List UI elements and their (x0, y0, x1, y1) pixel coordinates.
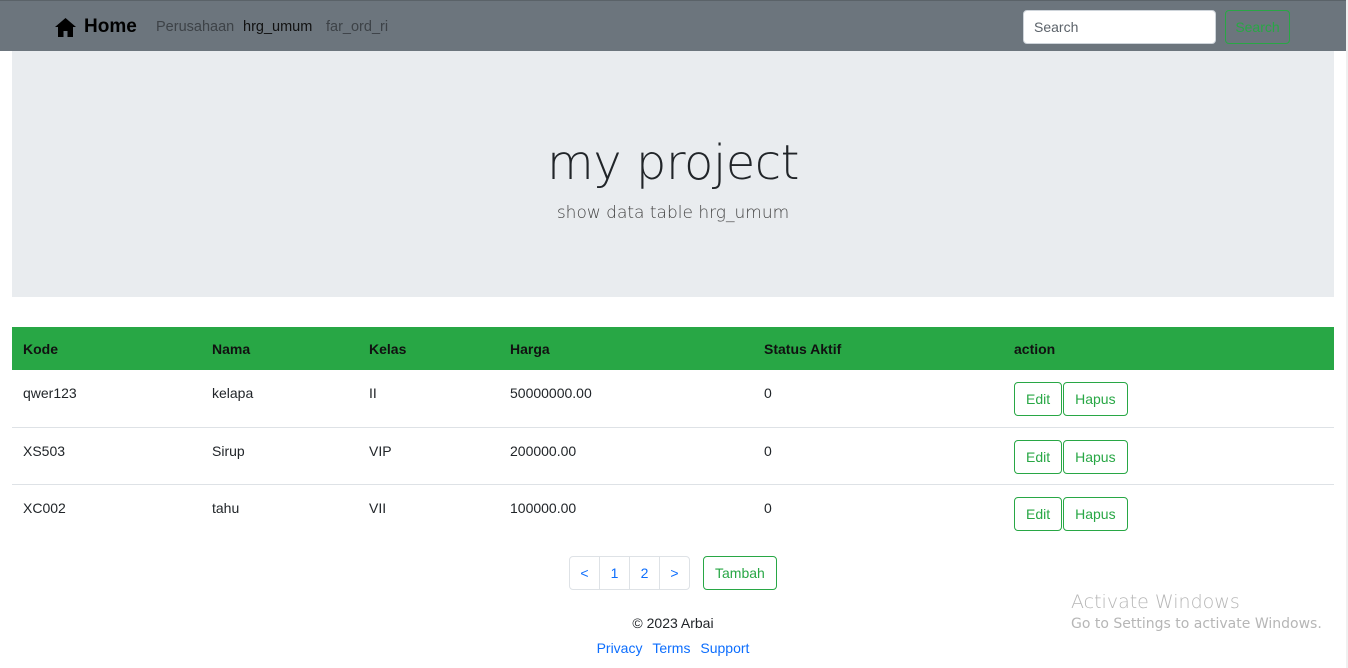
column-header-status-aktif: Status Aktif (764, 340, 842, 357)
pagination: < 1 2 > (569, 556, 690, 590)
cell-kelas: VIP (358, 427, 499, 485)
search-input[interactable] (1023, 10, 1216, 44)
table-row: XS503 Sirup VIP 200000.00 0 Edit Hapus (12, 427, 1334, 485)
cell-harga: 200000.00 (499, 427, 753, 485)
column-header-action: action (1014, 340, 1056, 357)
navbar: Home Perusahaan hrg_umum far_ord_ri Sear… (0, 0, 1348, 51)
cell-kelas: II (358, 370, 499, 428)
page-subtitle: show data table hrg_umum (556, 203, 790, 223)
home-icon (55, 17, 76, 37)
cell-nama: Sirup (201, 427, 358, 485)
cell-kode: XS503 (12, 427, 201, 485)
search-button[interactable]: Search (1225, 10, 1290, 44)
table-header-row: Kode Nama Kelas Harga Status Aktif actio… (12, 327, 1334, 370)
add-button[interactable]: Tambah (703, 556, 777, 590)
activation-watermark-title: Activate Windows (1071, 591, 1240, 613)
brand-home-link[interactable]: Home (55, 15, 137, 39)
cell-kode: qwer123 (12, 370, 201, 428)
delete-button[interactable]: Hapus (1063, 382, 1128, 416)
edit-button[interactable]: Edit (1014, 496, 1063, 531)
table-row: qwer123 kelapa II 50000000.00 0 Edit Hapu… (12, 370, 1334, 428)
brand-label: Home (84, 16, 137, 37)
column-header-kode: Kode (23, 340, 58, 357)
cell-actions: Edit Hapus (1003, 427, 1334, 485)
footer-links: Privacy Terms Support (0, 640, 1346, 656)
cell-kelas: VII (369, 499, 387, 516)
column-header-nama: Nama (212, 340, 251, 357)
footer-link-privacy[interactable]: Privacy (597, 640, 643, 656)
data-table: Kode Nama Kelas Harga Status Aktif actio… (12, 327, 1334, 541)
footer-link-support[interactable]: Support (700, 640, 749, 656)
cell-nama: tahu (212, 499, 240, 516)
footer-link-terms[interactable]: Terms (652, 640, 690, 656)
cell-status: 0 (753, 370, 1003, 428)
pagination-prev-button[interactable]: < (569, 556, 600, 590)
activation-watermark-subtitle: Go to Settings to activate Windows. (1071, 616, 1322, 632)
cell-actions: Edit Hapus (1003, 370, 1334, 428)
edit-button[interactable]: Edit (1014, 439, 1063, 474)
delete-button[interactable]: Hapus (1063, 496, 1128, 531)
page-title: my project (546, 135, 800, 191)
nav-link-hrg-umum[interactable]: hrg_umum (243, 19, 312, 35)
cell-harga: 50000000.00 (499, 370, 753, 428)
column-header-harga: Harga (510, 340, 550, 357)
cell-nama: kelapa (201, 370, 358, 428)
cell-actions: Edit Hapus (1003, 484, 1334, 541)
table-row: XC002 tahu VII 100000.00 0 Edit Hapus (12, 484, 1334, 541)
jumbotron: my project show data table hrg_umum (12, 51, 1334, 297)
pagination-page-1[interactable]: 1 (599, 556, 630, 590)
nav-link-far-ord-ri[interactable]: far_ord_ri (326, 19, 388, 35)
nav-link-perusahaan[interactable]: Perusahaan (156, 19, 234, 35)
cell-status: 0 (764, 499, 772, 516)
pagination-page-2[interactable]: 2 (629, 556, 660, 590)
column-header-kelas: Kelas (369, 340, 407, 357)
cell-status: 0 (753, 427, 1003, 485)
cell-kode: XC002 (23, 499, 66, 516)
delete-button[interactable]: Hapus (1063, 439, 1128, 474)
cell-harga: 100000.00 (510, 499, 577, 516)
pagination-next-button[interactable]: > (659, 556, 690, 590)
edit-button[interactable]: Edit (1014, 382, 1063, 416)
